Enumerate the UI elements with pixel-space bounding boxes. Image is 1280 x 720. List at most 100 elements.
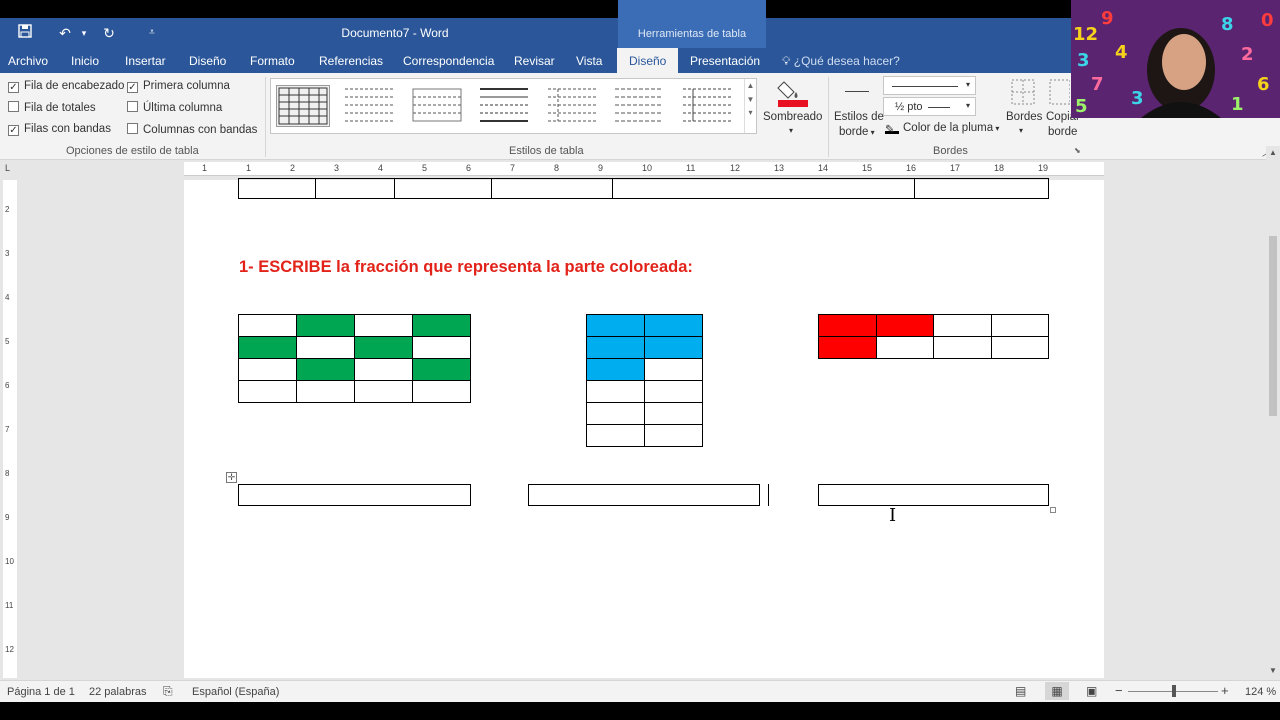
shaded-cell[interactable] — [412, 358, 471, 381]
tab-formato[interactable]: Formato — [250, 54, 295, 68]
zoom-level[interactable]: 124 % — [1245, 686, 1276, 698]
empty-cell[interactable] — [644, 402, 703, 425]
zoom-out-icon[interactable]: − — [1115, 683, 1123, 698]
shaded-cell[interactable] — [875, 314, 934, 337]
answer-box-2[interactable] — [528, 484, 760, 506]
tab-selector[interactable]: L — [5, 163, 17, 175]
empty-cell[interactable] — [933, 314, 992, 337]
chevron-down-icon[interactable]: ▾ — [1019, 126, 1023, 135]
pen-color-button[interactable]: ✎ Color de la pluma ▾ — [885, 122, 999, 136]
tab-correspondencia[interactable]: Correspondencia — [403, 54, 494, 68]
shaded-cell[interactable] — [586, 336, 645, 359]
borders-button[interactable] — [1010, 78, 1036, 108]
shading-button[interactable] — [772, 78, 812, 110]
page-count[interactable]: Página 1 de 1 — [7, 686, 75, 698]
zoom-in-icon[interactable]: + — [1221, 683, 1229, 698]
zoom-slider-thumb[interactable] — [1172, 685, 1176, 697]
border-painter-label-2[interactable]: borde — [1048, 126, 1077, 138]
borders-label[interactable]: Bordes — [1006, 111, 1042, 123]
empty-cell[interactable] — [586, 424, 645, 447]
tab-table-diseno[interactable]: Diseño — [617, 48, 679, 73]
tell-me-box[interactable]: 💡︎ ¿Qué desea hacer? — [782, 54, 900, 69]
read-mode-icon[interactable]: ▤ — [1015, 684, 1026, 698]
tab-inicio[interactable]: Inicio — [71, 54, 99, 68]
table-style-2[interactable] — [343, 85, 397, 127]
shaded-cell[interactable] — [644, 336, 703, 359]
tab-diseno[interactable]: Diseño — [189, 54, 226, 68]
scroll-down-icon[interactable]: ▼ — [1269, 666, 1277, 675]
empty-cell[interactable] — [644, 380, 703, 403]
tab-insertar[interactable]: Insertar — [125, 54, 166, 68]
document-page[interactable]: 1- ESCRIBE la fracción que representa la… — [184, 178, 1104, 678]
table-cell[interactable] — [393, 178, 492, 199]
shaded-cell[interactable] — [818, 314, 877, 337]
scroll-up-icon[interactable]: ▲ — [745, 81, 756, 90]
print-layout-icon[interactable]: ▦ — [1045, 682, 1069, 700]
table-cell[interactable] — [314, 178, 395, 199]
empty-cell[interactable] — [875, 336, 934, 359]
shaded-cell[interactable] — [586, 314, 645, 337]
table-move-handle-icon[interactable]: ✛ — [226, 472, 237, 483]
dialog-launcher-icon[interactable]: ⬊ — [1074, 146, 1081, 155]
vertical-ruler[interactable]: 2345678910111213 — [3, 180, 17, 698]
table-cell[interactable] — [490, 178, 613, 199]
gallery-scroll[interactable]: ▲ ▼ ▾ — [744, 79, 756, 133]
shaded-cell[interactable] — [412, 314, 471, 337]
shaded-cell[interactable] — [296, 358, 355, 381]
empty-cell[interactable] — [412, 336, 471, 359]
empty-cell[interactable] — [296, 336, 355, 359]
tab-presentacion[interactable]: Presentación — [690, 54, 760, 68]
language[interactable]: Español (España) — [192, 686, 279, 698]
table-style-3[interactable] — [411, 85, 465, 127]
border-styles-label-2[interactable]: borde ▾ — [839, 126, 875, 138]
customize-qat-icon[interactable]: ⩡ — [142, 23, 162, 43]
vertical-scrollbar[interactable]: ▲ ▼ — [1266, 146, 1280, 678]
proofing-icon[interactable]: ⎘ — [163, 684, 173, 699]
table-cell[interactable] — [611, 178, 916, 199]
empty-cell[interactable] — [354, 380, 413, 403]
chevron-down-icon[interactable]: ▾ — [789, 126, 793, 135]
empty-cell[interactable] — [644, 358, 703, 381]
border-styles-label-1[interactable]: Estilos de — [834, 111, 884, 123]
scroll-up-icon[interactable]: ▲ — [1269, 148, 1277, 157]
empty-cell[interactable] — [238, 380, 297, 403]
table-resize-handle[interactable] — [1050, 507, 1056, 513]
first-column-checkbox[interactable]: ✓ Primera columna — [127, 80, 230, 93]
banded-rows-checkbox[interactable]: ✓ Filas con bandas — [8, 123, 111, 136]
empty-cell[interactable] — [933, 336, 992, 359]
table-style-7[interactable] — [681, 85, 735, 127]
scroll-down-icon[interactable]: ▼ — [745, 95, 756, 104]
tab-vista[interactable]: Vista — [576, 54, 602, 68]
empty-cell[interactable] — [354, 314, 413, 337]
table-style-6[interactable] — [613, 85, 667, 127]
shaded-cell[interactable] — [586, 358, 645, 381]
gallery-more-icon[interactable]: ▾ — [745, 108, 756, 117]
tab-referencias[interactable]: Referencias — [319, 54, 383, 68]
shaded-cell[interactable] — [296, 314, 355, 337]
empty-cell[interactable] — [586, 380, 645, 403]
line-weight-dropdown[interactable]: ½ pto ▾ — [883, 97, 976, 116]
answer-box-3[interactable] — [818, 484, 1049, 506]
table-cell[interactable] — [914, 178, 1049, 199]
empty-cell[interactable] — [238, 314, 297, 337]
total-row-checkbox[interactable]: Fila de totales — [8, 101, 96, 114]
scrollbar-thumb[interactable] — [1269, 236, 1277, 416]
empty-cell[interactable] — [990, 336, 1049, 359]
table-style-4[interactable] — [478, 85, 532, 127]
answer-box-1[interactable] — [238, 484, 471, 506]
banded-columns-checkbox[interactable]: Columnas con bandas — [127, 123, 257, 136]
tab-archivo[interactable]: Archivo — [8, 54, 48, 68]
empty-cell[interactable] — [296, 380, 355, 403]
empty-cell[interactable] — [412, 380, 471, 403]
last-column-checkbox[interactable]: Última columna — [127, 101, 222, 114]
undo-dropdown-icon[interactable]: ▾ — [74, 23, 94, 43]
shaded-cell[interactable] — [354, 336, 413, 359]
empty-cell[interactable] — [586, 402, 645, 425]
table-style-5[interactable] — [546, 85, 600, 127]
empty-cell[interactable] — [354, 358, 413, 381]
shaded-cell[interactable] — [644, 314, 703, 337]
border-painter-button[interactable] — [1048, 78, 1071, 108]
horizontal-ruler[interactable]: 1 1 2 3 4 5 6 7 8 9 10 11 12 13 14 15 16 17 18 19 — [184, 162, 1104, 176]
header-row-checkbox[interactable]: ✓ Fila de encabezado — [8, 80, 124, 93]
table-style-grid[interactable] — [276, 85, 330, 127]
